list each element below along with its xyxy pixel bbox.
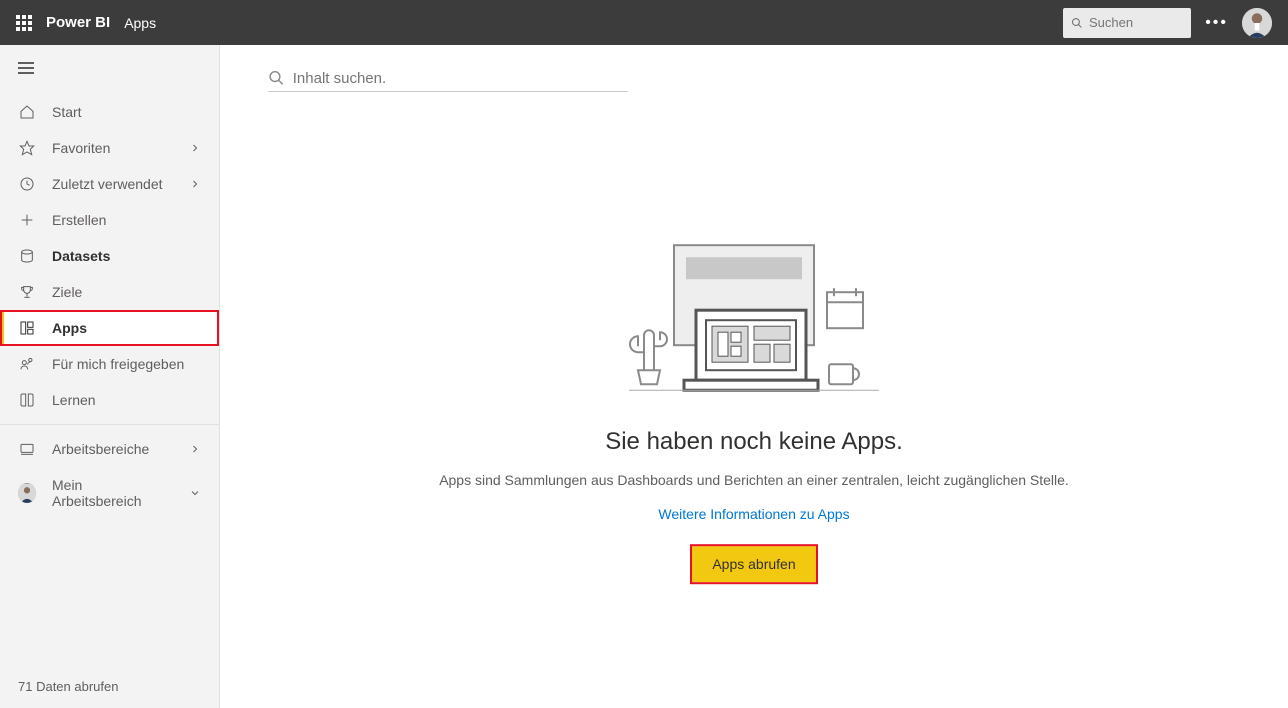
sidebar-item-apps[interactable]: Apps (0, 310, 219, 346)
global-search-input[interactable] (1089, 15, 1183, 30)
sidebar-item-label: Apps (52, 320, 87, 336)
sidebar-item-arbeitsbereiche[interactable]: Arbeitsbereiche (0, 431, 219, 467)
nav-list: Start Favoriten Zuletzt verwendet (0, 94, 219, 665)
search-icon (1071, 16, 1083, 30)
search-icon (268, 69, 285, 87)
waffle-icon[interactable] (16, 15, 32, 31)
sidebar-footer[interactable]: 71 Daten abrufen (0, 665, 219, 708)
trophy-icon (18, 284, 36, 300)
chevron-right-icon (189, 443, 201, 455)
workspaces-icon (18, 441, 36, 457)
main-content: Sie haben noch keine Apps. Apps sind Sam… (220, 45, 1288, 708)
hamburger-icon (18, 59, 34, 77)
share-icon (18, 356, 36, 372)
chevron-down-icon (189, 487, 201, 499)
book-icon (18, 392, 36, 408)
sidebar-item-label: Für mich freigegeben (52, 356, 184, 372)
sidebar-item-label: Erstellen (52, 212, 106, 228)
user-avatar-icon (18, 483, 36, 503)
sidebar-item-label: Favoriten (52, 140, 110, 156)
user-avatar[interactable] (1242, 8, 1272, 38)
star-icon (18, 140, 36, 156)
brand-label: Power BI (46, 14, 110, 31)
header-right: ••• (1063, 8, 1272, 38)
app-header: Power BI Apps ••• (0, 0, 1288, 45)
sidebar-item-erstellen[interactable]: Erstellen (0, 202, 219, 238)
sidebar-item-ziele[interactable]: Ziele (0, 274, 219, 310)
get-apps-button[interactable]: Apps abrufen (692, 546, 815, 582)
empty-learn-more-link[interactable]: Weitere Informationen zu Apps (658, 506, 849, 522)
hamburger-button[interactable] (0, 45, 219, 94)
sidebar-item-freigegeben[interactable]: Für mich freigegeben (0, 346, 219, 382)
empty-illustration (614, 240, 894, 400)
sidebar-item-label: Zuletzt verwendet (52, 176, 163, 192)
database-icon (18, 248, 36, 264)
context-label: Apps (124, 15, 156, 31)
chevron-right-icon (189, 178, 201, 190)
clock-icon (18, 176, 36, 192)
global-search[interactable] (1063, 8, 1191, 38)
content-search-input[interactable] (293, 70, 628, 87)
sidebar-item-label: Start (52, 104, 82, 120)
sidebar-item-label: Ziele (52, 284, 82, 300)
sidebar-item-zuletzt[interactable]: Zuletzt verwendet (0, 166, 219, 202)
sidebar-item-lernen[interactable]: Lernen (0, 382, 219, 418)
plus-icon (18, 212, 36, 228)
empty-state: Sie haben noch keine Apps. Apps sind Sam… (404, 240, 1104, 582)
home-icon (18, 104, 36, 120)
empty-title: Sie haben noch keine Apps. (404, 428, 1104, 456)
chevron-right-icon (189, 142, 201, 154)
sidebar-item-datasets[interactable]: Datasets (0, 238, 219, 274)
sidebar-item-label: Datasets (52, 248, 110, 264)
sidebar-item-mein-arbeitsbereich[interactable]: Mein Arbeitsbereich (0, 467, 219, 519)
sidebar-item-label: Lernen (52, 392, 96, 408)
sidebar: Start Favoriten Zuletzt verwendet (0, 45, 220, 708)
apps-icon (18, 320, 36, 336)
sidebar-item-start[interactable]: Start (0, 94, 219, 130)
header-left: Power BI Apps (16, 14, 156, 31)
empty-description: Apps sind Sammlungen aus Dashboards und … (404, 472, 1104, 488)
content-search[interactable] (268, 69, 628, 92)
nav-separator (0, 424, 219, 425)
more-menu-button[interactable]: ••• (1205, 14, 1228, 32)
sidebar-item-favoriten[interactable]: Favoriten (0, 130, 219, 166)
sidebar-item-label: Mein Arbeitsbereich (52, 477, 173, 509)
sidebar-item-label: Arbeitsbereiche (52, 441, 149, 457)
